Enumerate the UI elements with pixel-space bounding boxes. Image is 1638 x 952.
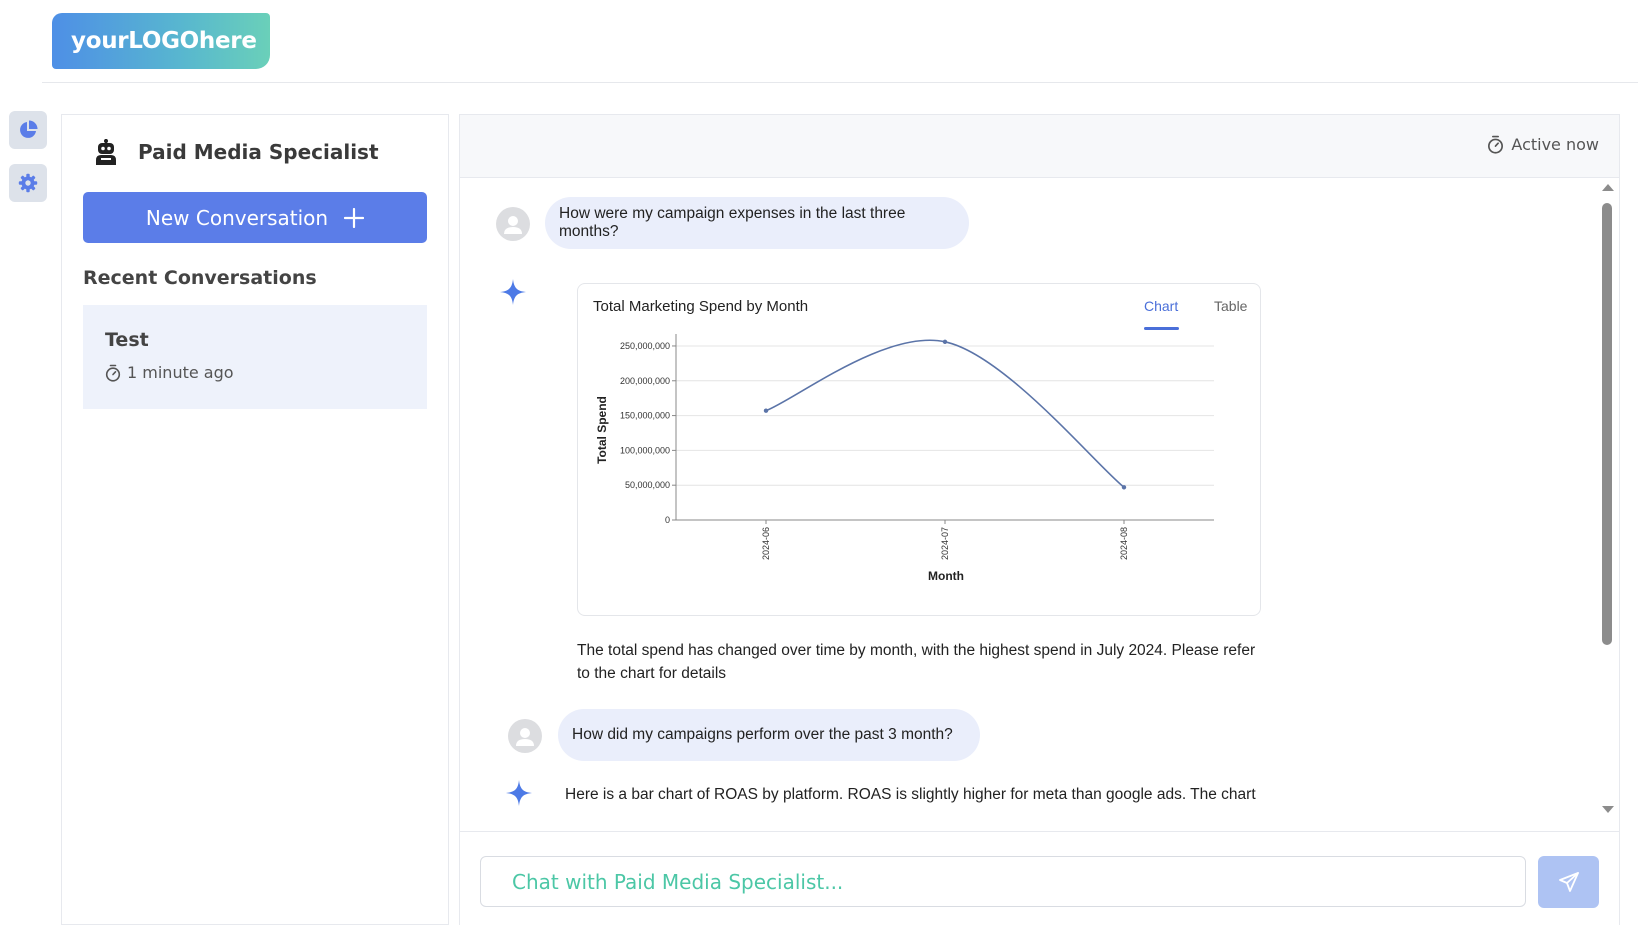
chat-panel: Active now How were my campaign expenses… xyxy=(459,114,1620,926)
status-indicator: Active now xyxy=(1487,135,1599,154)
conversation-time: 1 minute ago xyxy=(105,363,405,382)
user-message: How did my campaigns perform over the pa… xyxy=(558,709,980,761)
send-button[interactable] xyxy=(1538,856,1599,908)
app-logo[interactable]: yourLOGOhere xyxy=(52,13,270,69)
x-tick-label: 2024-07 xyxy=(940,527,950,560)
pie-chart-icon xyxy=(20,120,38,138)
agent-header: Paid Media Specialist xyxy=(94,139,379,165)
logo-text: yourLOGOhere xyxy=(71,28,257,54)
recent-conversations-heading: Recent Conversations xyxy=(83,267,317,289)
y-tick-label: 0 xyxy=(665,515,670,525)
scroll-down-arrow-icon[interactable] xyxy=(1601,805,1615,815)
conversation-item[interactable]: Test 1 minute ago xyxy=(83,305,427,409)
sparkle-icon xyxy=(500,279,526,305)
line-chart: 0 50,000,000 100,000,000 150,000,000 200,000… xyxy=(595,334,1214,583)
y-tick-label: 150,000,000 xyxy=(620,411,670,421)
rail-analytics-button[interactable] xyxy=(9,111,47,149)
user-avatar xyxy=(496,207,530,241)
x-tick-label: 2024-06 xyxy=(761,527,771,560)
data-point xyxy=(763,408,769,413)
series-line xyxy=(765,339,1125,488)
chart-card: Total Marketing Spend by Month Chart Tab… xyxy=(577,283,1261,616)
timer-icon xyxy=(105,364,121,382)
chat-input[interactable] xyxy=(480,856,1526,907)
user-icon xyxy=(504,216,522,234)
rail-settings-button[interactable] xyxy=(9,164,47,202)
conversation-time-text: 1 minute ago xyxy=(127,363,234,382)
plus-icon xyxy=(344,207,365,228)
new-conversation-label: New Conversation xyxy=(145,205,329,230)
chat-header: Active now xyxy=(460,115,1619,178)
robot-icon xyxy=(96,139,116,165)
status-text: Active now xyxy=(1511,135,1599,154)
x-tick-label: 2024-08 xyxy=(1119,527,1129,560)
assistant-message: Here is a bar chart of ROAS by platform.… xyxy=(565,786,1256,803)
y-axis-label: Total Spend xyxy=(595,396,609,464)
send-icon xyxy=(1558,872,1579,892)
y-tick-label: 50,000,000 xyxy=(625,480,670,490)
y-tick-label: 100,000,000 xyxy=(620,445,670,455)
scroll-up-arrow-icon[interactable] xyxy=(1601,182,1615,192)
conversation-title: Test xyxy=(105,329,149,351)
y-tick-label: 200,000,000 xyxy=(620,376,670,386)
agent-name: Paid Media Specialist xyxy=(138,140,379,164)
assistant-message: The total spend has changed over time by… xyxy=(577,642,1256,682)
y-tick-label: 250,000,000 xyxy=(620,341,670,351)
scrollbar-thumb[interactable] xyxy=(1602,203,1612,645)
x-axis-label: Month xyxy=(928,569,964,583)
new-conversation-button[interactable]: New Conversation xyxy=(83,192,427,243)
top-header: yourLOGOhere xyxy=(42,0,1638,83)
data-point xyxy=(942,339,948,344)
chat-input-area xyxy=(460,831,1619,926)
user-avatar xyxy=(508,719,542,753)
user-message: How were my campaign expenses in the las… xyxy=(545,197,969,249)
sparkle-icon xyxy=(506,780,532,806)
conversations-sidebar: Paid Media Specialist New Conversation R… xyxy=(61,114,449,925)
user-icon xyxy=(516,728,534,746)
data-point xyxy=(1121,485,1127,490)
gear-icon xyxy=(18,173,38,193)
timer-icon xyxy=(1488,135,1504,154)
